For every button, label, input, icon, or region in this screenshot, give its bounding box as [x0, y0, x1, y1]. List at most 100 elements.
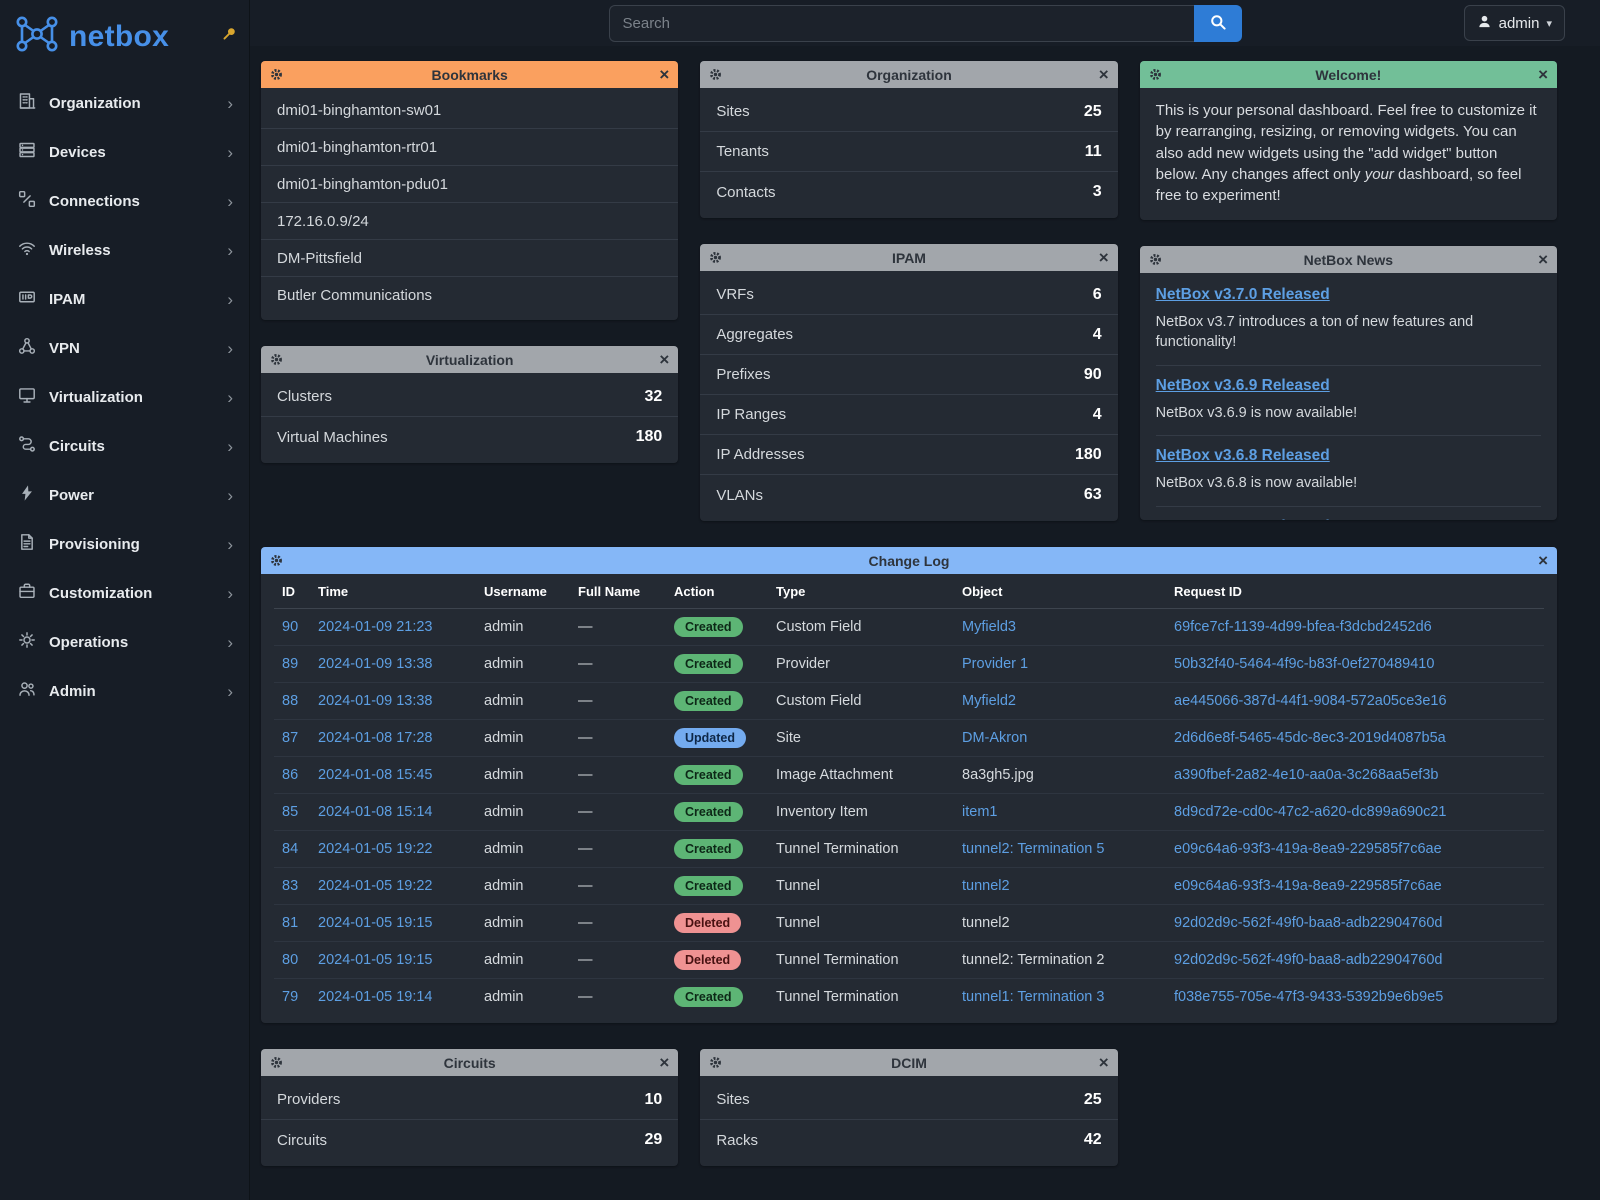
close-icon[interactable]: ×: [1099, 1051, 1109, 1074]
sidebar-item-devices[interactable]: Devices ›: [0, 128, 249, 177]
news-headline-link[interactable]: NetBox v3.7.0 Released: [1156, 286, 1330, 304]
changelog-request-id-link[interactable]: ae445066-387d-44f1-9084-572a05ce3e16: [1174, 693, 1447, 709]
changelog-time-link[interactable]: 2024-01-05 19:22: [318, 878, 433, 894]
widget-config-icon[interactable]: [709, 68, 722, 86]
changelog-time-link[interactable]: 2024-01-08 15:14: [318, 804, 433, 820]
bookmark-link[interactable]: Butler Communications: [261, 277, 678, 314]
changelog-request-id-link[interactable]: f038e755-705e-47f3-9433-5392b9e6b9e5: [1174, 989, 1443, 1005]
news-headline-link[interactable]: NetBox v3.6.9 Released: [1156, 377, 1330, 395]
changelog-time-link[interactable]: 2024-01-08 15:45: [318, 767, 433, 783]
sidebar-item-provisioning[interactable]: Provisioning ›: [0, 520, 249, 569]
changelog-time-link[interactable]: 2024-01-09 21:23: [318, 619, 433, 635]
changelog-object-link[interactable]: 8a3gh5.jpg: [962, 767, 1034, 783]
sidebar-item-circuits[interactable]: Circuits ›: [0, 422, 249, 471]
changelog-id-link[interactable]: 89: [282, 656, 298, 672]
changelog-id-link[interactable]: 85: [282, 804, 298, 820]
changelog-time-link[interactable]: 2024-01-09 13:38: [318, 656, 433, 672]
changelog-object-link[interactable]: tunnel2: Termination 5: [962, 841, 1104, 857]
widget-config-icon[interactable]: [1149, 253, 1162, 271]
changelog-id-link[interactable]: 84: [282, 841, 298, 857]
changelog-object-link[interactable]: DM-Akron: [962, 730, 1027, 746]
widget-config-icon[interactable]: [270, 554, 283, 572]
changelog-object-link[interactable]: tunnel2: [962, 915, 1010, 931]
sidebar-item-power[interactable]: Power ›: [0, 471, 249, 520]
sidebar-pin-icon[interactable]: [222, 26, 237, 46]
changelog-time-link[interactable]: 2024-01-05 19:22: [318, 841, 433, 857]
widget-config-icon[interactable]: [270, 1056, 283, 1074]
changelog-object-link[interactable]: Myfield3: [962, 619, 1016, 635]
close-icon[interactable]: ×: [1538, 63, 1548, 86]
changelog-request-id-link[interactable]: 50b32f40-5464-4f9c-b83f-0ef270489410: [1174, 656, 1434, 672]
news-headline-link[interactable]: NetBox v3.6.8 Released: [1156, 447, 1330, 465]
sidebar-item-operations[interactable]: Operations ›: [0, 618, 249, 667]
close-icon[interactable]: ×: [1099, 246, 1109, 269]
changelog-id-link[interactable]: 88: [282, 693, 298, 709]
close-icon[interactable]: ×: [659, 348, 669, 371]
stat-value-link[interactable]: 63: [1084, 486, 1102, 504]
changelog-id-link[interactable]: 83: [282, 878, 298, 894]
bookmark-link[interactable]: dmi01-binghamton-rtr01: [261, 129, 678, 166]
changelog-object-link[interactable]: tunnel1: Termination 3: [962, 989, 1104, 1005]
changelog-object-link[interactable]: Provider 1: [962, 656, 1028, 672]
changelog-time-link[interactable]: 2024-01-05 19:15: [318, 915, 433, 931]
changelog-request-id-link[interactable]: a390fbef-2a82-4e10-aa0a-3c268aa5ef3b: [1174, 767, 1438, 783]
stat-value-link[interactable]: 4: [1093, 406, 1102, 424]
widget-config-icon[interactable]: [270, 353, 283, 371]
changelog-id-link[interactable]: 90: [282, 619, 298, 635]
close-icon[interactable]: ×: [1099, 63, 1109, 86]
search-input[interactable]: [609, 5, 1194, 42]
stat-value-link[interactable]: 32: [645, 388, 663, 406]
changelog-request-id-link[interactable]: 2d6d6e8f-5465-45dc-8ec3-2019d4087b5a: [1174, 730, 1446, 746]
news-headline-link[interactable]: NetBox v3.6.7 Released: [1156, 518, 1330, 521]
sidebar-item-wireless[interactable]: Wireless ›: [0, 226, 249, 275]
close-icon[interactable]: ×: [659, 1051, 669, 1074]
changelog-id-link[interactable]: 87: [282, 730, 298, 746]
changelog-request-id-link[interactable]: 69fce7cf-1139-4d99-bfea-f3dcbd2452d6: [1174, 619, 1432, 635]
changelog-request-id-link[interactable]: e09c64a6-93f3-419a-8ea9-229585f7c6ae: [1174, 841, 1442, 857]
bookmark-link[interactable]: DM-Pittsfield: [261, 240, 678, 277]
stat-value-link[interactable]: 42: [1084, 1131, 1102, 1149]
stat-value-link[interactable]: 90: [1084, 366, 1102, 384]
widget-config-icon[interactable]: [270, 68, 283, 86]
changelog-id-link[interactable]: 79: [282, 989, 298, 1005]
bookmark-link[interactable]: dmi01-binghamton-sw01: [261, 92, 678, 129]
sidebar-item-admin[interactable]: Admin ›: [0, 667, 249, 716]
user-menu[interactable]: admin ▾: [1464, 5, 1565, 41]
changelog-time-link[interactable]: 2024-01-09 13:38: [318, 693, 433, 709]
stat-value-link[interactable]: 25: [1084, 103, 1102, 121]
stat-value-link[interactable]: 3: [1093, 183, 1102, 201]
close-icon[interactable]: ×: [1538, 549, 1548, 572]
sidebar-item-ipam[interactable]: IPAM ›: [0, 275, 249, 324]
stat-value-link[interactable]: 25: [1084, 1091, 1102, 1109]
changelog-request-id-link[interactable]: e09c64a6-93f3-419a-8ea9-229585f7c6ae: [1174, 878, 1442, 894]
sidebar-item-vpn[interactable]: VPN ›: [0, 324, 249, 373]
changelog-object-link[interactable]: tunnel2: [962, 878, 1010, 894]
stat-value-link[interactable]: 180: [636, 428, 663, 446]
stat-value-link[interactable]: 180: [1075, 446, 1102, 464]
close-icon[interactable]: ×: [659, 63, 669, 86]
changelog-object-link[interactable]: Myfield2: [962, 693, 1016, 709]
changelog-request-id-link[interactable]: 92d02d9c-562f-49f0-baa8-adb22904760d: [1174, 915, 1442, 931]
close-icon[interactable]: ×: [1538, 248, 1548, 271]
changelog-id-link[interactable]: 86: [282, 767, 298, 783]
changelog-request-id-link[interactable]: 92d02d9c-562f-49f0-baa8-adb22904760d: [1174, 952, 1442, 968]
changelog-object-link[interactable]: tunnel2: Termination 2: [962, 952, 1104, 968]
netbox-logo[interactable]: netbox: [0, 0, 249, 75]
changelog-time-link[interactable]: 2024-01-05 19:14: [318, 989, 433, 1005]
widget-config-icon[interactable]: [1149, 68, 1162, 86]
stat-value-link[interactable]: 11: [1085, 143, 1102, 161]
stat-value-link[interactable]: 29: [645, 1131, 663, 1149]
changelog-time-link[interactable]: 2024-01-05 19:15: [318, 952, 433, 968]
bookmark-link[interactable]: 172.16.0.9/24: [261, 203, 678, 240]
stat-value-link[interactable]: 10: [645, 1091, 663, 1109]
widget-config-icon[interactable]: [709, 1056, 722, 1074]
changelog-time-link[interactable]: 2024-01-08 17:28: [318, 730, 433, 746]
changelog-id-link[interactable]: 80: [282, 952, 298, 968]
changelog-id-link[interactable]: 81: [282, 915, 298, 931]
bookmark-link[interactable]: dmi01-binghamton-pdu01: [261, 166, 678, 203]
widget-config-icon[interactable]: [709, 251, 722, 269]
changelog-object-link[interactable]: item1: [962, 804, 997, 820]
stat-value-link[interactable]: 4: [1093, 326, 1102, 344]
stat-value-link[interactable]: 6: [1093, 286, 1102, 304]
sidebar-item-virtualization[interactable]: Virtualization ›: [0, 373, 249, 422]
